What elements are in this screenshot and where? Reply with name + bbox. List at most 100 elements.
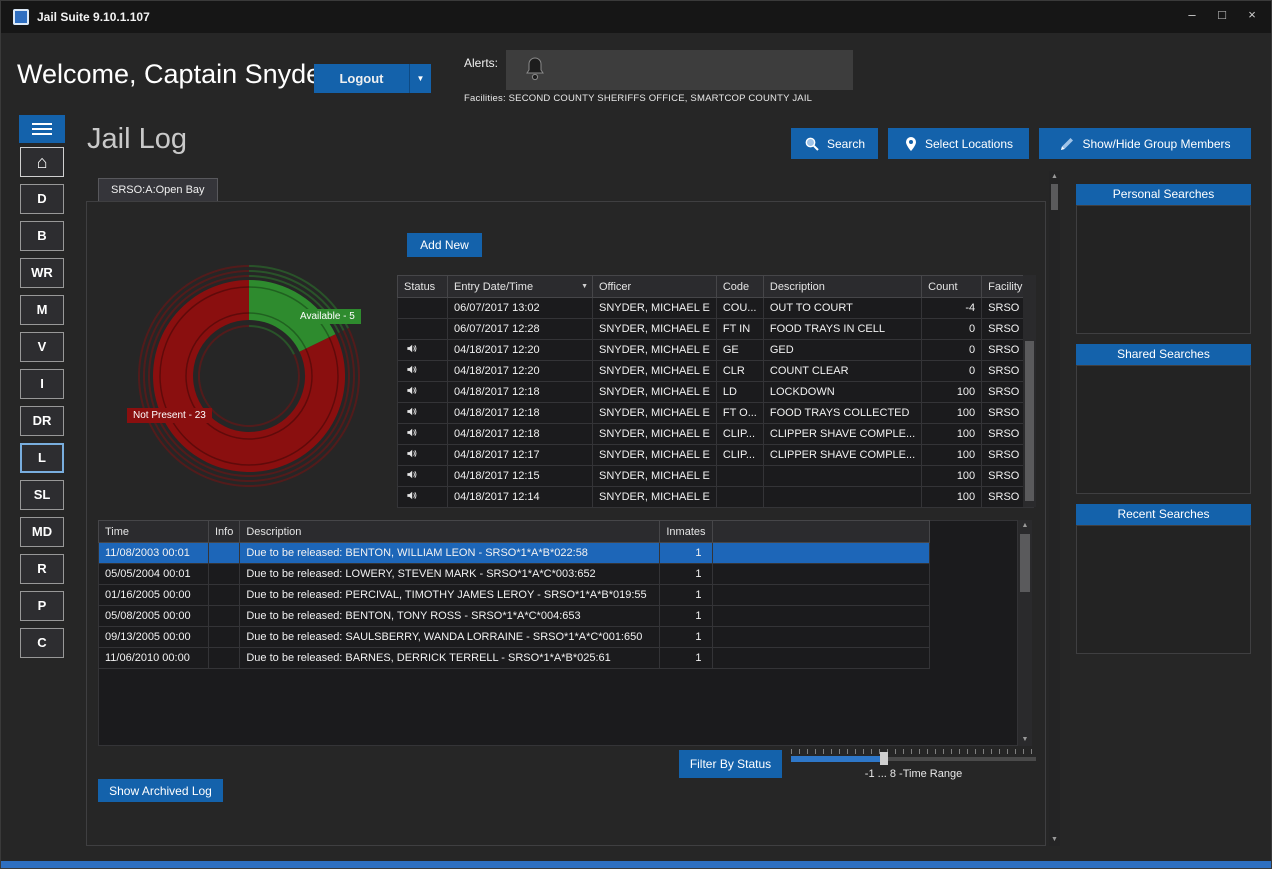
sidebar-item-p[interactable]: P [20, 591, 64, 621]
sidebar-item-sl[interactable]: SL [20, 480, 64, 510]
log-cell: 04/18/2017 12:20 [447, 360, 593, 382]
column-header-code[interactable]: Code [715, 275, 764, 298]
release-cell: 1 [659, 605, 713, 627]
release-cell [711, 605, 930, 627]
status-cell [397, 339, 448, 361]
search-button[interactable]: Search [791, 128, 878, 159]
sidebar-item-l[interactable]: L [20, 443, 64, 473]
log-entry-row[interactable]: 04/18/2017 12:15 SNYDER, MICHAEL E 100 SRSO [397, 465, 1035, 487]
recent-searches-panel [1076, 525, 1251, 654]
sidebar-item-d[interactable]: D [20, 184, 64, 214]
app-window: Jail Suite 9.10.1.107 – □ × Welcome, Cap… [0, 0, 1272, 869]
log-entry-row[interactable]: 04/18/2017 12:14 SNYDER, MICHAEL E 100 SRSO [397, 486, 1035, 508]
log-cell: OUT TO COURT [762, 297, 923, 319]
log-entry-row[interactable]: 04/18/2017 12:20 SNYDER, MICHAEL E CLR COUN… [397, 360, 1035, 382]
column-header-info[interactable]: Info [207, 520, 241, 543]
personal-searches-header[interactable]: Personal Searches [1076, 184, 1251, 205]
menu-button[interactable] [19, 115, 65, 143]
scrollbar-thumb[interactable] [1051, 184, 1058, 210]
column-header-officer[interactable]: Officer [592, 275, 717, 298]
log-table-scrollbar[interactable] [1023, 275, 1036, 507]
log-cell: SNYDER, MICHAEL E [592, 423, 717, 445]
column-header-filler[interactable] [711, 520, 930, 543]
sort-dropdown-icon[interactable]: ▼ [581, 283, 588, 290]
log-entry-row[interactable]: 04/18/2017 12:18 SNYDER, MICHAEL E LD LOCKD… [397, 381, 1035, 403]
logout-dropdown-arrow-icon[interactable]: ▼ [409, 64, 431, 93]
log-cell [715, 486, 764, 508]
log-cell: 100 [921, 402, 983, 424]
log-cell: 04/18/2017 12:18 [447, 402, 593, 424]
release-row[interactable]: 05/05/2004 00:01 Due to be released: LOWE… [98, 563, 930, 585]
app-icon [13, 9, 29, 25]
log-cell: 0 [921, 318, 983, 340]
log-cell: FOOD TRAYS IN CELL [762, 318, 923, 340]
alerts-label: Alerts: [464, 56, 499, 70]
scrollbar-thumb[interactable] [1020, 534, 1030, 592]
log-entry-row[interactable]: 04/18/2017 12:17 SNYDER, MICHAEL E CLIP...… [397, 444, 1035, 466]
log-entry-row[interactable]: 04/18/2017 12:18 SNYDER, MICHAEL E FT O...… [397, 402, 1035, 424]
scroll-down-icon[interactable]: ▼ [1018, 734, 1032, 746]
status-cell [397, 444, 448, 466]
show-archived-log-button[interactable]: Show Archived Log [98, 779, 223, 802]
column-header-count[interactable]: Count [921, 275, 983, 298]
release-cell: Due to be released: LOWERY, STEVEN MARK … [239, 563, 661, 585]
chart-callout-available: Available - 5 [294, 309, 361, 324]
release-table-container: Time Info Description Inmates 11/08/2003 00:… [98, 520, 1018, 746]
log-cell: SNYDER, MICHAEL E [592, 318, 717, 340]
slider-thumb[interactable] [880, 752, 888, 765]
main-content-scrollbar[interactable]: ▲ ▼ [1049, 171, 1060, 846]
column-header-inmates[interactable]: Inmates [659, 520, 713, 543]
facilities-text: Facilities: SECOND COUNTY SHERIFFS OFFIC… [464, 93, 813, 104]
select-locations-button[interactable]: Select Locations [888, 128, 1029, 159]
sidebar-item-dr[interactable]: DR [20, 406, 64, 436]
shared-searches-header[interactable]: Shared Searches [1076, 344, 1251, 365]
scroll-down-icon[interactable]: ▼ [1049, 834, 1060, 846]
release-cell: 1 [659, 542, 713, 564]
log-cell: FT O... [715, 402, 764, 424]
log-cell: SNYDER, MICHAEL E [592, 465, 717, 487]
log-cell: 04/18/2017 12:14 [447, 486, 593, 508]
window-controls: – □ × [1185, 7, 1259, 22]
sidebar-item-wr[interactable]: WR [20, 258, 64, 288]
column-header-description[interactable]: Description [762, 275, 923, 298]
release-table-scrollbar[interactable]: ▲ ▼ [1018, 520, 1032, 746]
sidebar-item-b[interactable]: B [20, 221, 64, 251]
release-row[interactable]: 11/08/2003 00:01 Due to be released: BENT… [98, 542, 930, 564]
show-hide-group-members-button[interactable]: Show/Hide Group Members [1039, 128, 1251, 159]
sidebar-item-c[interactable]: C [20, 628, 64, 658]
recent-searches-header[interactable]: Recent Searches [1076, 504, 1251, 525]
column-header-status[interactable]: Status [397, 275, 448, 298]
sidebar-item-r[interactable]: R [20, 554, 64, 584]
logout-button[interactable]: Logout ▼ [314, 64, 431, 93]
column-header-entry-date-time[interactable]: Entry Date/Time ▼ [447, 275, 593, 298]
column-header-time[interactable]: Time [98, 520, 209, 543]
sidebar-item-md[interactable]: MD [20, 517, 64, 547]
maximize-button[interactable]: □ [1215, 7, 1229, 22]
release-row[interactable]: 11/06/2010 00:00 Due to be released: BARN… [98, 647, 930, 669]
log-entry-row[interactable]: 04/18/2017 12:20 SNYDER, MICHAEL E GE GED 0 S… [397, 339, 1035, 361]
alert-bell-icon [526, 57, 544, 81]
sidebar-item-home[interactable]: ⌂ [20, 147, 64, 177]
add-new-button[interactable]: Add New [407, 233, 482, 257]
sidebar-item-v[interactable]: V [20, 332, 64, 362]
sidebar-item-i[interactable]: I [20, 369, 64, 399]
release-row[interactable]: 09/13/2005 00:00 Due to be released: SAUL… [98, 626, 930, 648]
time-range-slider[interactable] [791, 747, 1036, 767]
filter-by-status-button[interactable]: Filter By Status [679, 750, 782, 778]
tab-srso-a-open-bay[interactable]: SRSO:A:Open Bay [98, 178, 218, 202]
scrollbar-thumb[interactable] [1025, 341, 1034, 501]
column-header-description[interactable]: Description [239, 520, 661, 543]
log-entry-row[interactable]: 04/18/2017 12:18 SNYDER, MICHAEL E CLIP...… [397, 423, 1035, 445]
close-button[interactable]: × [1245, 7, 1259, 22]
log-entry-row[interactable]: 06/07/2017 13:02 SNYDER, MICHAEL E COU... O… [397, 297, 1035, 319]
log-cell [762, 486, 923, 508]
release-row[interactable]: 01/16/2005 00:00 Due to be released: PERC… [98, 584, 930, 606]
release-row[interactable]: 05/08/2005 00:00 Due to be released: BENT… [98, 605, 930, 627]
log-entry-row[interactable]: 06/07/2017 12:28 SNYDER, MICHAEL E FT IN FO… [397, 318, 1035, 340]
minimize-button[interactable]: – [1185, 7, 1199, 22]
release-cell: Due to be released: PERCIVAL, TIMOTHY JA… [239, 584, 661, 606]
scroll-up-icon[interactable]: ▲ [1049, 171, 1060, 183]
logout-label: Logout [339, 71, 384, 86]
sidebar-item-m[interactable]: M [20, 295, 64, 325]
scroll-up-icon[interactable]: ▲ [1018, 520, 1032, 532]
